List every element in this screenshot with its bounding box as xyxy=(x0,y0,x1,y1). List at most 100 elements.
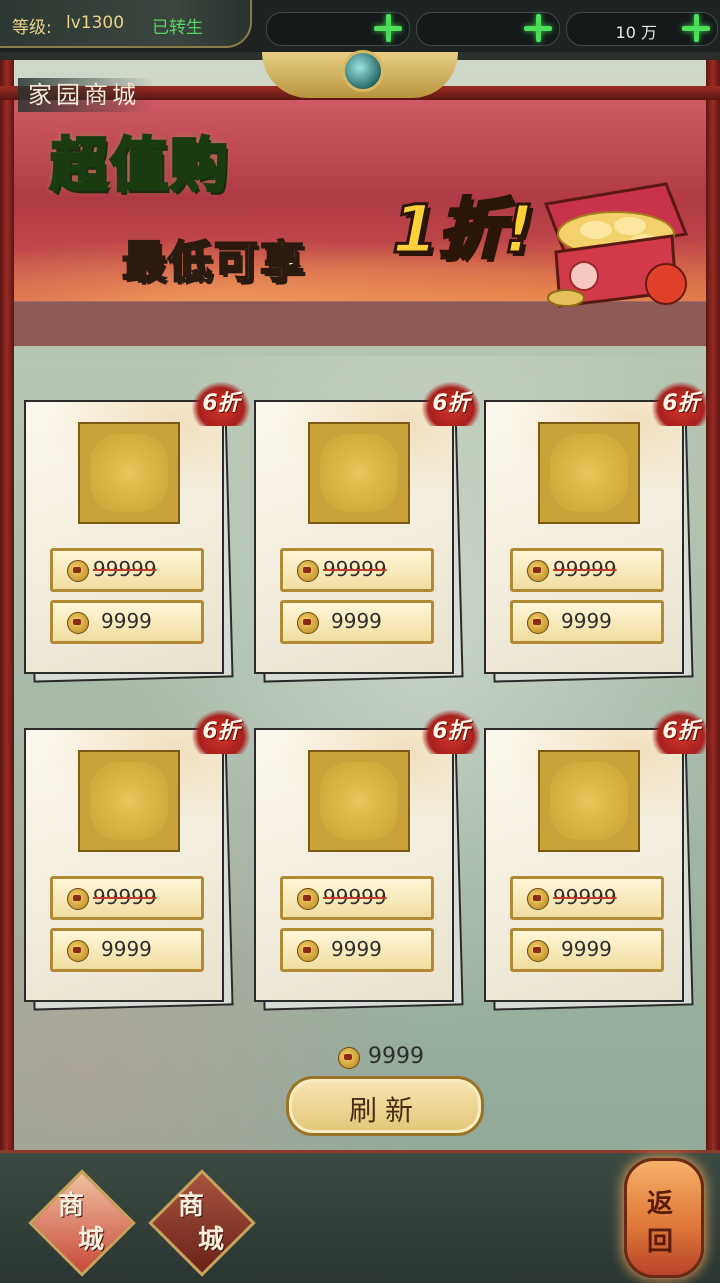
resource-slot-3: 10 万 xyxy=(566,12,718,46)
goods-card[interactable]: 99999 9999 6折 xyxy=(24,710,250,1011)
item-placeholder-icon xyxy=(320,434,398,512)
original-price-bar: 99999 xyxy=(280,876,434,920)
buy-price-button[interactable]: 9999 xyxy=(510,600,664,644)
coin-icon xyxy=(67,612,89,634)
resource-value-3: 10 万 xyxy=(615,23,657,42)
top-status-bar: 等级: lv1300 已转生 10 万 xyxy=(0,0,720,52)
shop-title: 家园商城 xyxy=(18,78,154,112)
original-price: 99999 xyxy=(93,885,157,909)
tab-label-char2: 城 xyxy=(78,1225,105,1255)
coin-icon xyxy=(297,612,319,634)
original-price-bar: 99999 xyxy=(510,548,664,592)
coin-icon xyxy=(527,560,549,582)
refresh-label: 刷新 xyxy=(348,1094,421,1127)
coin-icon xyxy=(338,1047,360,1069)
original-price-bar: 99999 xyxy=(50,548,204,592)
item-slot[interactable] xyxy=(308,750,410,852)
back-label-char2: 回 xyxy=(647,1227,674,1257)
coin-icon xyxy=(527,940,549,962)
item-slot[interactable] xyxy=(538,750,640,852)
original-price: 99999 xyxy=(93,557,157,581)
jade-gem-icon xyxy=(342,50,384,92)
current-price: 9999 xyxy=(101,937,152,961)
item-slot[interactable] xyxy=(78,422,180,524)
original-price-bar: 99999 xyxy=(280,548,434,592)
card-face: 99999 9999 xyxy=(24,728,224,1002)
refresh-button[interactable]: 刷新 xyxy=(286,1076,484,1136)
item-placeholder-icon xyxy=(550,434,628,512)
back-lantern-button[interactable]: 返 回 xyxy=(624,1158,704,1278)
resource-slot-1 xyxy=(266,12,410,46)
tab-shop-active[interactable]: 商 城 xyxy=(28,1169,136,1277)
treasure-chest-icon xyxy=(543,182,689,308)
goods-card[interactable]: 99999 9999 6折 xyxy=(484,710,710,1011)
add-resource-2-plus-icon[interactable] xyxy=(521,11,555,45)
goods-card[interactable]: 99999 9999 6折 xyxy=(484,382,710,683)
discount-tag: 6折 xyxy=(192,710,250,754)
discount-tag: 6折 xyxy=(422,710,480,754)
tab-label-char2: 城 xyxy=(198,1225,225,1255)
original-price-bar: 99999 xyxy=(50,876,204,920)
item-slot[interactable] xyxy=(78,750,180,852)
rebirth-status: 已转生 xyxy=(152,18,203,38)
tab-label-char1: 商 xyxy=(58,1191,85,1221)
bottom-nav: 商 城 商 城 xyxy=(0,1150,720,1283)
tab-shop[interactable]: 商 城 xyxy=(148,1169,256,1277)
resource-slot-2 xyxy=(416,12,560,46)
frame-post-right xyxy=(706,60,720,1150)
item-placeholder-icon xyxy=(550,762,628,840)
coin-icon xyxy=(297,888,319,910)
original-price: 99999 xyxy=(323,885,387,909)
buy-price-button[interactable]: 9999 xyxy=(50,928,204,972)
item-placeholder-icon xyxy=(320,762,398,840)
coin-icon xyxy=(297,560,319,582)
coin-icon xyxy=(67,888,89,910)
level-plate: 等级: lv1300 已转生 xyxy=(0,0,252,48)
promo-banner: 超值购 最低可享 1折! xyxy=(14,100,706,346)
coin-icon xyxy=(297,940,319,962)
tab-label-char1: 商 xyxy=(178,1191,205,1221)
original-price-bar: 99999 xyxy=(510,876,664,920)
item-placeholder-icon xyxy=(90,434,168,512)
original-price: 99999 xyxy=(553,557,617,581)
card-face: 99999 9999 xyxy=(254,728,454,1002)
goods-card[interactable]: 99999 9999 6折 xyxy=(24,382,250,683)
discount-tag: 6折 xyxy=(192,382,250,426)
original-price: 99999 xyxy=(323,557,387,581)
coin-icon xyxy=(527,888,549,910)
add-resource-3-plus-icon[interactable] xyxy=(679,11,713,45)
current-price: 9999 xyxy=(561,609,612,633)
buy-price-button[interactable]: 9999 xyxy=(50,600,204,644)
current-price: 9999 xyxy=(331,937,382,961)
buy-price-button[interactable]: 9999 xyxy=(280,928,434,972)
level-value: lv1300 xyxy=(66,13,125,33)
card-face: 99999 9999 xyxy=(254,400,454,674)
banner-discount: 1折! xyxy=(390,190,535,270)
wallet-amount: 9999 xyxy=(368,1044,424,1069)
coin-icon xyxy=(67,560,89,582)
current-price: 9999 xyxy=(331,609,382,633)
current-price: 9999 xyxy=(561,937,612,961)
item-slot[interactable] xyxy=(538,422,640,524)
goods-card[interactable]: 99999 9999 6折 xyxy=(254,382,480,683)
buy-price-button[interactable]: 9999 xyxy=(510,928,664,972)
discount-tag: 6折 xyxy=(652,710,710,754)
level-label: 等级: xyxy=(12,18,52,38)
current-price: 9999 xyxy=(101,609,152,633)
coin-icon xyxy=(527,612,549,634)
goods-grid: 99999 9999 6折 99999 9999 6折 99999 9999 6… xyxy=(14,356,710,1150)
banner-title: 超值购 xyxy=(48,130,231,201)
banner-subtitle: 最低可享 xyxy=(121,236,306,289)
buy-price-button[interactable]: 9999 xyxy=(280,600,434,644)
back-label-char1: 返 xyxy=(647,1189,674,1219)
discount-tag: 6折 xyxy=(422,382,480,426)
item-slot[interactable] xyxy=(308,422,410,524)
item-placeholder-icon xyxy=(90,762,168,840)
goods-card[interactable]: 99999 9999 6折 xyxy=(254,710,480,1011)
coin-icon xyxy=(67,940,89,962)
frame-post-left xyxy=(0,60,14,1150)
discount-tag: 6折 xyxy=(652,382,710,426)
add-resource-1-plus-icon[interactable] xyxy=(371,11,405,45)
original-price: 99999 xyxy=(553,885,617,909)
card-face: 99999 9999 xyxy=(484,728,684,1002)
